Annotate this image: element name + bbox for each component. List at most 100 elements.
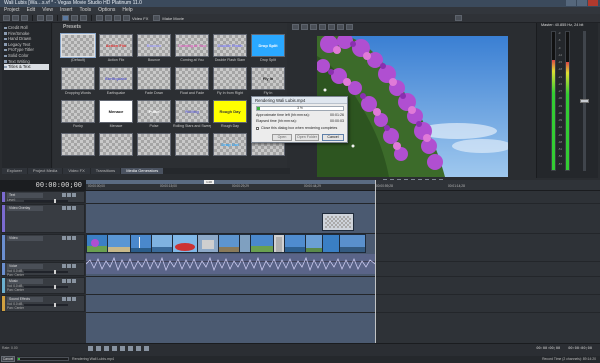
open-button[interactable]: Open	[272, 134, 292, 141]
preset-tile[interactable]: Menace Menace	[99, 100, 133, 131]
loop-region-bar[interactable]	[86, 180, 375, 184]
mute-icon[interactable]	[67, 264, 71, 268]
docking-tab[interactable]: Media Generators	[121, 168, 164, 174]
overlays-icon[interactable]	[328, 24, 335, 30]
timeline-tracks[interactable]	[86, 191, 600, 343]
close-when-done-checkbox[interactable]: Close this dialog box when rendering com…	[256, 126, 337, 131]
timeline-marker[interactable]: 1.00	[204, 180, 214, 184]
preset-tile[interactable]: Funky	[61, 100, 95, 131]
make-movie-label[interactable]: Make Movie	[162, 16, 184, 21]
docking-tab[interactable]: Transitions	[90, 168, 121, 174]
track-header[interactable]: Sound Effects Vol: 0.0 dB Pan: Center	[1, 295, 85, 312]
solo-icon[interactable]	[72, 279, 76, 283]
normal-edit-tool-icon[interactable]	[62, 15, 69, 21]
video-fx-icon[interactable]	[123, 15, 130, 21]
loop-playback-icon[interactable]	[96, 346, 101, 351]
pause-icon[interactable]	[120, 346, 125, 351]
slider-thumb[interactable]	[54, 303, 56, 307]
text-event-clip[interactable]	[322, 213, 354, 231]
track-header[interactable]: Video Overlay	[1, 204, 85, 233]
envelope-tool-icon[interactable]	[71, 15, 78, 21]
preset-tile[interactable]: Float and Fade	[175, 67, 209, 98]
mute-icon[interactable]	[67, 297, 71, 301]
selection-tool-icon[interactable]	[80, 15, 87, 21]
track-header[interactable]: Voice Vol: 0.0 dB Pan: Center	[1, 262, 85, 277]
preset-tile[interactable]	[99, 133, 133, 164]
preset-tile[interactable]: Earthquake Earthquake	[99, 67, 133, 98]
menu-options[interactable]: Options	[98, 7, 115, 14]
track-header[interactable]: Music Vol: 0.0 dB Pan: Center	[1, 277, 85, 294]
track-fx-icon[interactable]	[62, 193, 66, 197]
track-fx-icon[interactable]	[62, 206, 66, 210]
auto-ripple-icon[interactable]	[105, 15, 112, 21]
slider-thumb[interactable]	[54, 285, 56, 289]
open-folder-button[interactable]: Open Folder	[295, 134, 319, 141]
menu-edit[interactable]: Edit	[27, 7, 36, 14]
undo-icon[interactable]	[37, 15, 44, 21]
solo-icon[interactable]	[72, 264, 76, 268]
solo-icon[interactable]	[72, 236, 76, 240]
audio-event-waveform[interactable]	[86, 254, 375, 274]
video-event-strip[interactable]	[86, 234, 366, 253]
menu-help[interactable]: Help	[122, 7, 132, 14]
track-header[interactable]: Text Level:	[1, 191, 85, 203]
preset-tile[interactable]: Fade Down	[137, 67, 171, 98]
go-to-end-icon[interactable]	[144, 346, 149, 351]
docking-tab[interactable]: Project Media	[27, 168, 63, 174]
menu-insert[interactable]: Insert	[60, 7, 73, 14]
play-icon[interactable]	[112, 346, 117, 351]
track-fx-icon[interactable]	[62, 279, 66, 283]
new-project-icon[interactable]	[3, 15, 10, 21]
mute-icon[interactable]	[67, 193, 71, 197]
menu-tools[interactable]: Tools	[79, 7, 91, 14]
track-volume-slider[interactable]	[24, 303, 68, 307]
master-fader[interactable]	[580, 31, 589, 171]
mute-icon[interactable]	[67, 206, 71, 210]
preset-tile[interactable]: Rolling Rolling Stars and Sweep	[173, 100, 211, 131]
preset-tile[interactable]	[61, 133, 95, 164]
preset-tile[interactable]: Dropping Words	[61, 67, 95, 98]
track-volume-slider[interactable]	[24, 285, 68, 289]
menu-view[interactable]: View	[42, 7, 53, 14]
open-icon[interactable]	[12, 15, 19, 21]
preset-tile[interactable]: Drop Split Drop Split	[251, 34, 285, 65]
preset-tile[interactable]: Action Flix Action Flix	[99, 34, 133, 65]
preview-quality-icon[interactable]	[319, 24, 326, 30]
snapping-icon[interactable]	[96, 15, 103, 21]
slider-thumb[interactable]	[54, 199, 56, 203]
go-to-start-icon[interactable]	[136, 346, 141, 351]
track-header[interactable]: Video	[1, 234, 85, 261]
track-volume-slider[interactable]	[24, 199, 68, 203]
master-fader-knob[interactable]	[580, 99, 589, 103]
make-movie-icon[interactable]	[153, 15, 161, 21]
menu-project[interactable]: Project	[4, 7, 20, 14]
solo-icon[interactable]	[72, 206, 76, 210]
preset-tile[interactable]: Fly In Fly In	[251, 67, 285, 98]
preset-tile[interactable]: Drop Out	[213, 133, 247, 164]
preset-tile[interactable]: Bounce Bounce	[137, 34, 171, 65]
timeline-cursor[interactable]	[375, 180, 376, 343]
preset-tile[interactable]: (Default)	[61, 34, 95, 65]
track-fx-icon[interactable]	[62, 297, 66, 301]
track-volume-slider[interactable]	[24, 270, 68, 274]
preset-tile[interactable]: Rough Day Rough Day	[213, 100, 247, 131]
preset-tile[interactable]: Coming at You Coming at You	[175, 34, 209, 65]
video-fx-label[interactable]: Video FX	[132, 16, 148, 21]
split-screen-icon[interactable]	[310, 24, 317, 30]
record-icon[interactable]	[88, 346, 93, 351]
minimize-button[interactable]	[566, 0, 576, 6]
preset-tile[interactable]	[137, 133, 171, 164]
docking-tab[interactable]: Video FX	[63, 168, 90, 174]
docking-tab[interactable]: Explorer	[2, 168, 27, 174]
maximize-button[interactable]	[577, 0, 587, 6]
preview-properties-icon[interactable]	[292, 24, 299, 30]
track-name[interactable]: Video Overlay	[7, 206, 43, 211]
preview-device-icon[interactable]	[301, 24, 308, 30]
slider-thumb[interactable]	[54, 270, 56, 274]
solo-icon[interactable]	[72, 297, 76, 301]
sound-fx-icon[interactable]	[455, 15, 462, 21]
mute-icon[interactable]	[67, 236, 71, 240]
cancel-button[interactable]: Cancel	[322, 134, 344, 141]
preset-tile[interactable]: Double Flash Double Flash Slam	[213, 34, 247, 65]
preset-tile[interactable]: Fly In from Right	[213, 67, 247, 98]
